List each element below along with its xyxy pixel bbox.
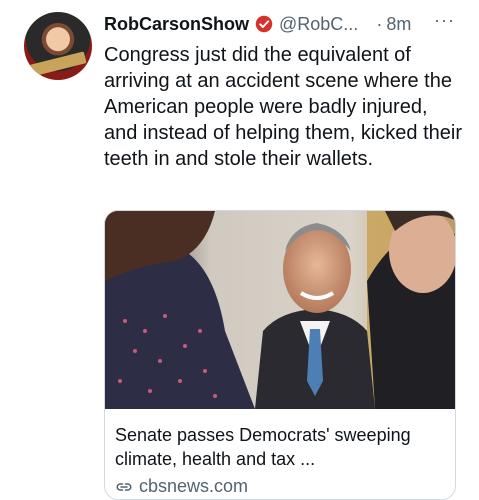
card-domain-text: cbsnews.com <box>139 476 249 496</box>
separator-dot: · <box>376 13 383 34</box>
tweet-header: RobCarsonShow @RobC... · 8m ··· <box>104 10 469 36</box>
verified-badge-icon <box>255 15 273 33</box>
author-name[interactable]: RobCarsonShow <box>104 14 249 35</box>
timestamp[interactable]: 8m <box>386 14 411 35</box>
link-card[interactable]: Senate passes Democrats' sweeping climat… <box>104 210 456 500</box>
card-domain[interactable]: cbsnews.com <box>115 476 248 497</box>
more-options-button[interactable]: ··· <box>434 10 455 31</box>
link-icon <box>116 482 132 491</box>
tweet-text: Congress just did the equivalent of arri… <box>104 44 462 170</box>
avatar-sash <box>29 51 87 77</box>
tweet[interactable]: RobCarsonShow @RobC... · 8m ··· Congress… <box>0 0 479 500</box>
author-avatar[interactable] <box>24 12 92 80</box>
card-title[interactable]: Senate passes Democrats' sweeping climat… <box>115 423 449 471</box>
author-handle[interactable]: @RobC... <box>279 14 358 35</box>
news-photo <box>105 211 455 409</box>
